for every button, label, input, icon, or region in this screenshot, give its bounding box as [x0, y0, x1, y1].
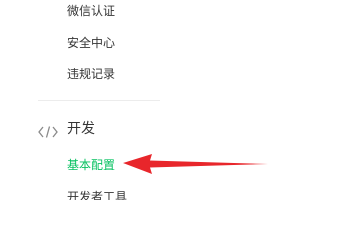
sidebar-menu: 微信认证 安全中心 违规记录 开发 基本配置 开发者工具 — [0, 0, 356, 200]
sidebar-item-wechat-verification[interactable]: 微信认证 — [67, 4, 115, 18]
section-title: 开发 — [67, 121, 95, 137]
sidebar-divider — [38, 100, 160, 101]
section-header-develop: 开发 — [38, 121, 95, 138]
sidebar-item-developer-tools[interactable]: 开发者工具 — [67, 190, 127, 200]
sidebar-item-security-center[interactable]: 安全中心 — [67, 36, 115, 50]
arrow-shape — [123, 154, 268, 174]
sidebar-item-violation-records[interactable]: 违规记录 — [67, 67, 115, 81]
sidebar-item-basic-config[interactable]: 基本配置 — [67, 158, 115, 172]
code-icon — [38, 123, 58, 138]
